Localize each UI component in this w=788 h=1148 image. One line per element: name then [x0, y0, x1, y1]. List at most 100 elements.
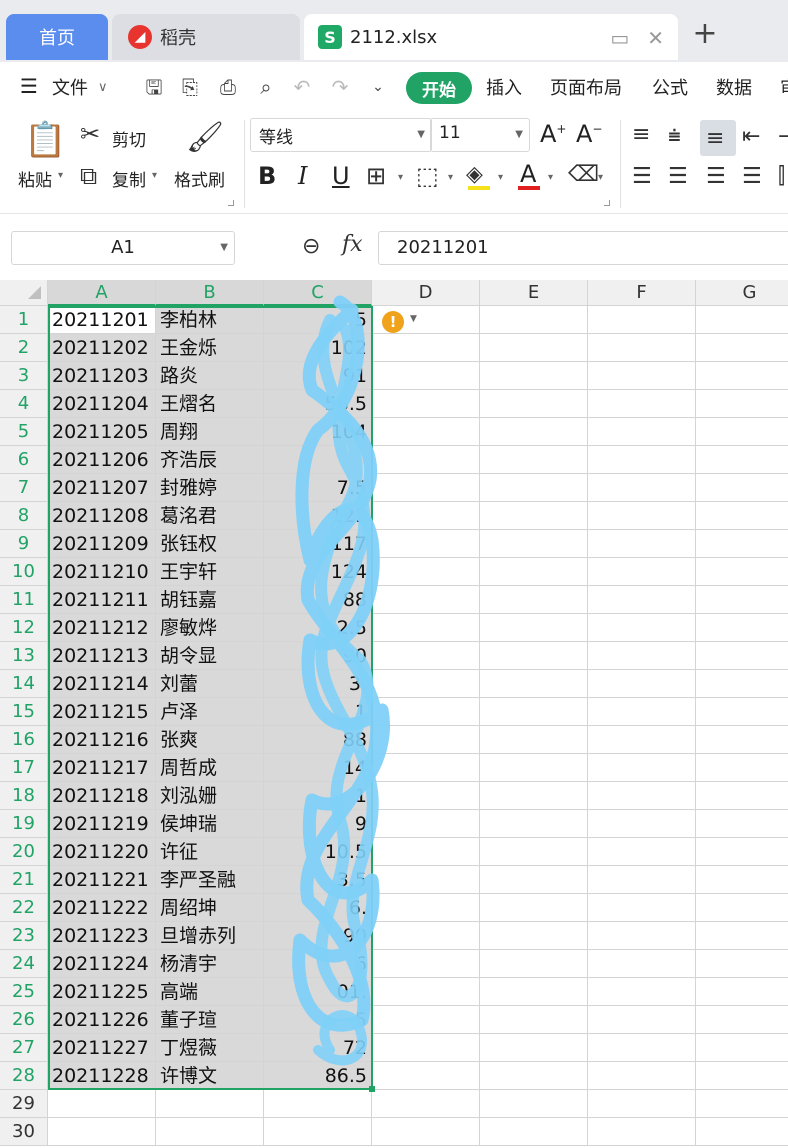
- cell-c[interactable]: [264, 446, 372, 474]
- row-header[interactable]: 18: [0, 782, 48, 810]
- cell-g[interactable]: [696, 642, 788, 670]
- cell-f[interactable]: [588, 950, 696, 978]
- cell-b[interactable]: 周绍坤: [156, 894, 264, 922]
- cell-c[interactable]: 5: [264, 306, 372, 334]
- row-header[interactable]: 30: [0, 1118, 48, 1146]
- cell-a[interactable]: 20211203: [48, 362, 156, 390]
- cell-f[interactable]: [588, 390, 696, 418]
- copy-caret-icon[interactable]: ▾: [152, 170, 157, 181]
- font-name-select[interactable]: 等线 ▼: [250, 118, 432, 152]
- fill-color-icon[interactable]: ◈: [466, 162, 483, 187]
- menu-formula[interactable]: 公式: [652, 74, 688, 100]
- cell-c[interactable]: 121: [264, 502, 372, 530]
- cell-c[interactable]: 9: [264, 810, 372, 838]
- cell-d[interactable]: [372, 586, 480, 614]
- cell-d[interactable]: [372, 642, 480, 670]
- cell-d[interactable]: [372, 838, 480, 866]
- cell-a[interactable]: 20211218: [48, 782, 156, 810]
- cell-a[interactable]: 20211226: [48, 1006, 156, 1034]
- cell-g[interactable]: [696, 698, 788, 726]
- row-header[interactable]: 20: [0, 838, 48, 866]
- cell-g[interactable]: [696, 502, 788, 530]
- cell-a[interactable]: 20211216: [48, 726, 156, 754]
- cell-a[interactable]: 20211209: [48, 530, 156, 558]
- row-header[interactable]: 7: [0, 474, 48, 502]
- cell-b[interactable]: 刘蕾: [156, 670, 264, 698]
- cell-d[interactable]: [372, 810, 480, 838]
- cell-a[interactable]: 20211213: [48, 642, 156, 670]
- cell-b[interactable]: [156, 1090, 264, 1118]
- tab-home[interactable]: 首页: [6, 14, 108, 60]
- cell-b[interactable]: 许征: [156, 838, 264, 866]
- cell-e[interactable]: [480, 1006, 588, 1034]
- cell-c[interactable]: 56.5: [264, 390, 372, 418]
- cell-c[interactable]: 10.5: [264, 838, 372, 866]
- cell-d[interactable]: [372, 866, 480, 894]
- cell-e[interactable]: [480, 922, 588, 950]
- cell-b[interactable]: 葛洺君: [156, 502, 264, 530]
- cell-c[interactable]: 124: [264, 558, 372, 586]
- row-header[interactable]: 21: [0, 866, 48, 894]
- zoom-icon[interactable]: ⊖: [302, 234, 320, 259]
- cell-f[interactable]: [588, 894, 696, 922]
- name-box[interactable]: A1 ▼: [11, 231, 235, 265]
- clipboard-launcher-icon[interactable]: [228, 200, 234, 206]
- row-header[interactable]: 15: [0, 698, 48, 726]
- cell-a[interactable]: 20211223: [48, 922, 156, 950]
- row-header[interactable]: 12: [0, 614, 48, 642]
- cell-d[interactable]: [372, 754, 480, 782]
- cell-a[interactable]: 20211205: [48, 418, 156, 446]
- cell-g[interactable]: [696, 726, 788, 754]
- cell-style-icon[interactable]: ⬚: [416, 162, 439, 190]
- increase-indent-icon[interactable]: ⇥: [778, 124, 788, 149]
- cell-f[interactable]: [588, 726, 696, 754]
- column-header-b[interactable]: B: [156, 280, 264, 306]
- cell-e[interactable]: [480, 782, 588, 810]
- cell-a[interactable]: 20211207: [48, 474, 156, 502]
- cell-g[interactable]: [696, 362, 788, 390]
- cell-b[interactable]: 侯坤瑞: [156, 810, 264, 838]
- cell-e[interactable]: [480, 838, 588, 866]
- select-all-corner[interactable]: [0, 280, 48, 306]
- cell-g[interactable]: [696, 1090, 788, 1118]
- cell-a[interactable]: 20211220: [48, 838, 156, 866]
- cell-f[interactable]: [588, 866, 696, 894]
- more-chevron-icon[interactable]: ⌄: [364, 73, 392, 101]
- fx-icon[interactable]: fx: [342, 232, 363, 257]
- cell-c[interactable]: 86.5: [264, 1062, 372, 1090]
- cell-e[interactable]: [480, 726, 588, 754]
- cell-g[interactable]: [696, 810, 788, 838]
- cell-d[interactable]: [372, 1034, 480, 1062]
- cell-b[interactable]: 周哲成: [156, 754, 264, 782]
- cell-c[interactable]: 5: [264, 1006, 372, 1034]
- cell-f[interactable]: [588, 1090, 696, 1118]
- row-header[interactable]: 4: [0, 390, 48, 418]
- cell-g[interactable]: [696, 1034, 788, 1062]
- cell-g[interactable]: [696, 894, 788, 922]
- cell-c[interactable]: 102: [264, 334, 372, 362]
- row-header[interactable]: 10: [0, 558, 48, 586]
- cell-f[interactable]: [588, 1118, 696, 1146]
- cell-c[interactable]: 104: [264, 418, 372, 446]
- column-header-g[interactable]: G: [696, 280, 788, 306]
- cell-d[interactable]: [372, 530, 480, 558]
- row-header[interactable]: 16: [0, 726, 48, 754]
- cell-b[interactable]: 胡令显: [156, 642, 264, 670]
- menu-review[interactable]: 审: [780, 74, 788, 100]
- redo-icon[interactable]: ↷: [326, 73, 354, 101]
- row-header[interactable]: 19: [0, 810, 48, 838]
- cell-e[interactable]: [480, 614, 588, 642]
- cell-g[interactable]: [696, 334, 788, 362]
- cell-b[interactable]: 王宇轩: [156, 558, 264, 586]
- paste-caret-icon[interactable]: ▾: [58, 170, 63, 181]
- font-launcher-icon[interactable]: [604, 200, 610, 206]
- cell-f[interactable]: [588, 670, 696, 698]
- cell-a[interactable]: 20211202: [48, 334, 156, 362]
- column-header-c[interactable]: C: [264, 280, 372, 306]
- cell-a[interactable]: 20211224: [48, 950, 156, 978]
- cell-e[interactable]: [480, 866, 588, 894]
- cell-a[interactable]: 20211212: [48, 614, 156, 642]
- cell-g[interactable]: [696, 950, 788, 978]
- save-icon[interactable]: 🖫: [140, 73, 168, 101]
- cell-e[interactable]: [480, 446, 588, 474]
